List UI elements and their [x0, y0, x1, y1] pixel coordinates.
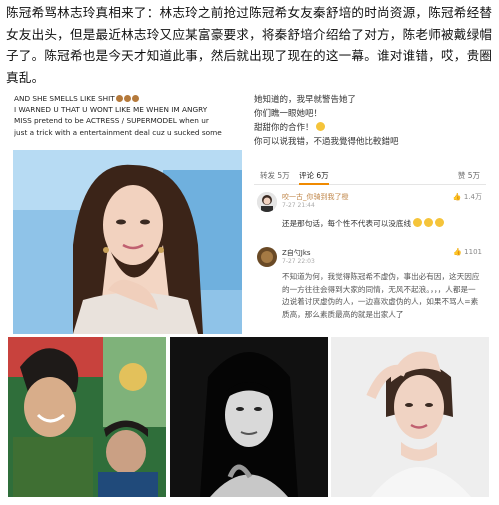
emoji-icon: [424, 218, 434, 227]
comment-text: 还是那句话，每个性不代表可以没底线: [282, 218, 482, 231]
comment-username[interactable]: Z自勺Jks: [282, 248, 311, 258]
quote-line: AND SHE SMELLS LIKE SHIT: [14, 93, 242, 104]
tab-comment[interactable]: 评论 6万: [299, 170, 329, 185]
tab-repost[interactable]: 转发 5万: [260, 170, 290, 181]
post-line: 你们瞧一眼她吧！: [254, 109, 323, 119]
avatar[interactable]: [257, 192, 277, 212]
comment-item: Z自勺Jks 7-27 22:03 👍 1101 不知道为何，我觉得陈冠希不虚伪…: [254, 245, 486, 335]
comment-like-count[interactable]: 👍 1.4万: [453, 192, 482, 202]
post-line: 她知道的，我早就警告她了: [254, 95, 357, 105]
photo-woman-bw: [170, 337, 328, 497]
comment-tabs: 转发 5万 评论 6万 赞 5万: [254, 166, 486, 185]
tab-like[interactable]: 赞 5万: [458, 170, 480, 181]
post-line: 甜甜你的合作！: [254, 121, 486, 135]
avatar[interactable]: [257, 247, 277, 267]
comment-like-count[interactable]: 👍 1101: [453, 248, 482, 256]
post-block: 她知道的，我早就警告她了 你们瞧一眼她吧！ 甜甜你的合作！ 你可以说我错，不過我…: [254, 93, 486, 165]
quote-line: I WARNED U THAT U WONT LIKE ME WHEN IM A…: [14, 105, 208, 115]
emoji-icon: [131, 95, 139, 102]
emoji-icon: [413, 218, 423, 227]
comment-text: 不知道为何，我觉得陈冠希不虚伪，事出必有因，这天因应的一方往往会得到大家的同情，…: [282, 272, 480, 319]
emoji-icon: [435, 218, 445, 227]
post-line: 你可以说我错，不過我覺得他比較錯吧: [254, 137, 399, 147]
emoji-icon: [123, 95, 131, 102]
quote-line: just a trick with a entertainment deal c…: [14, 127, 222, 137]
sunglasses-emoji-icon: [315, 122, 325, 131]
quote-block: AND SHE SMELLS LIKE SHIT I WARNED U THAT…: [14, 93, 242, 149]
photo-man-smiling: [8, 337, 166, 497]
photo-woman-white: [331, 337, 489, 497]
comment-time: 7-27 21:44: [282, 202, 315, 209]
comment-item: 咬一古_你骑到我了橙 7-27 21:44 👍 1.4万 还是那句话，每个性不代…: [254, 190, 486, 242]
quote-line: MISS pretend to be ACTRESS / SUPERMODEL …: [14, 116, 209, 126]
comment-time: 7-27 22:03: [282, 258, 315, 265]
headline-text: 陈冠希骂林志玲真相来了：林志玲之前抢过陈冠希女友秦舒培的时尚资源，陈冠希经替女友…: [6, 5, 493, 85]
emoji-icon: [115, 95, 123, 102]
photo-woman-long-hair: [13, 150, 242, 334]
comment-username[interactable]: 咬一古_你骑到我了橙: [282, 192, 349, 202]
